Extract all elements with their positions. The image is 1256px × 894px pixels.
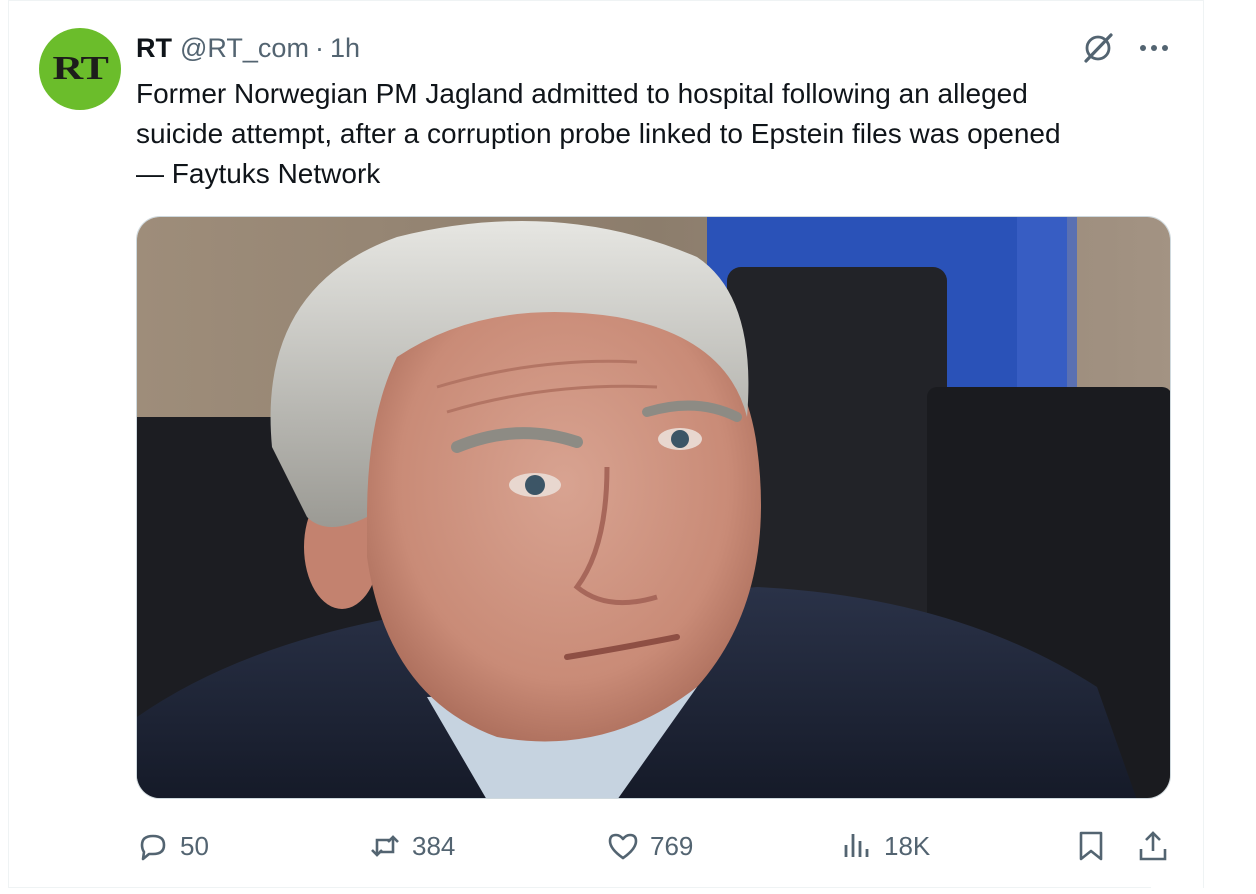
share-icon	[1139, 831, 1167, 861]
more-options-icon[interactable]	[1136, 30, 1172, 66]
reply-icon	[140, 834, 166, 861]
tweet-media-image[interactable]	[136, 216, 1171, 799]
separator-dot: ·	[314, 32, 324, 63]
heart-icon	[608, 833, 638, 860]
divider	[9, 887, 1151, 888]
like-count: 769	[650, 830, 694, 861]
avatar[interactable]: RT	[39, 28, 121, 110]
grok-icon[interactable]	[1080, 30, 1116, 66]
like-button[interactable]: 769	[606, 824, 693, 868]
views-count: 18K	[884, 830, 931, 861]
repost-icon	[371, 835, 399, 857]
portrait-photo	[137, 217, 1170, 798]
reply-count: 50	[180, 830, 209, 861]
author-handle[interactable]: @RT_com	[180, 33, 309, 64]
author-name[interactable]: RT	[136, 33, 172, 64]
bookmark-button[interactable]	[1074, 824, 1118, 868]
tweet-header: RT @RT_com · 1h	[136, 30, 360, 66]
bookmark-icon	[1079, 831, 1103, 861]
reply-button[interactable]: 50	[136, 824, 209, 868]
avatar-logo: RT	[52, 50, 108, 87]
views-button[interactable]: 18K	[840, 824, 930, 868]
share-button[interactable]	[1136, 824, 1180, 868]
repost-button[interactable]: 384	[368, 824, 455, 868]
tweet-actions: 50 384 769 18K	[136, 824, 1176, 868]
timestamp[interactable]: 1h	[330, 33, 360, 64]
repost-count: 384	[412, 830, 456, 861]
tweet-text: Former Norwegian PM Jagland admitted to …	[136, 78, 1061, 189]
analytics-icon	[844, 834, 869, 857]
